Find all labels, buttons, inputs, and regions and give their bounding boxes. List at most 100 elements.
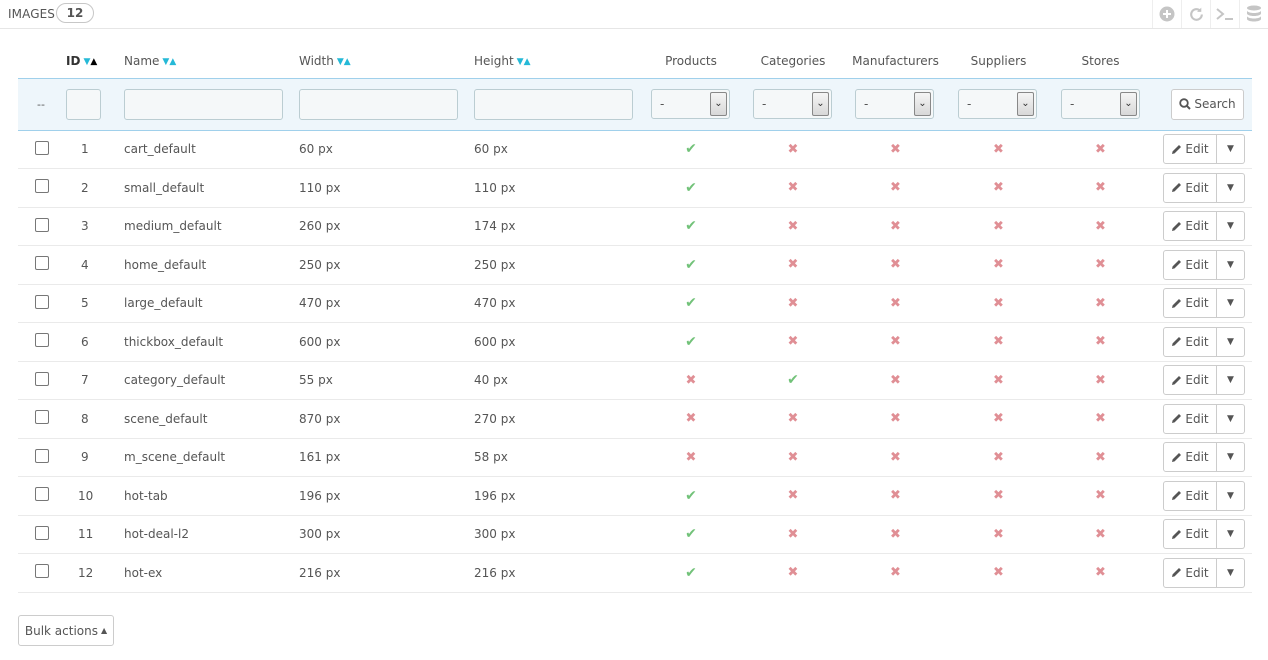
row-dropdown-toggle[interactable]: ▼ bbox=[1217, 172, 1245, 203]
row-dropdown-toggle[interactable]: ▼ bbox=[1217, 288, 1245, 319]
chevron-down-icon: ⌄ bbox=[812, 92, 829, 116]
row-actions: Edit ▼ bbox=[1163, 172, 1245, 203]
filter-suppliers-select[interactable]: - ⌄ bbox=[958, 89, 1037, 119]
row-dropdown-toggle[interactable]: ▼ bbox=[1217, 326, 1245, 357]
cross-icon: ✖ bbox=[787, 449, 799, 465]
sort-asc-icon[interactable]: ▲ bbox=[169, 57, 176, 67]
filter-stores-select[interactable]: - ⌄ bbox=[1061, 89, 1140, 119]
sort-asc-icon[interactable]: ▲ bbox=[344, 57, 351, 67]
row-dropdown-toggle[interactable]: ▼ bbox=[1217, 519, 1245, 550]
check-icon: ✔ bbox=[685, 295, 697, 312]
row-name: home_default bbox=[124, 257, 207, 272]
row-checkbox[interactable] bbox=[35, 564, 49, 579]
cross-icon: ✖ bbox=[787, 411, 799, 427]
refresh-icon[interactable] bbox=[1181, 0, 1210, 28]
filter-height-input[interactable] bbox=[474, 88, 633, 120]
edit-button[interactable]: Edit bbox=[1163, 249, 1217, 280]
filter-name-input[interactable] bbox=[124, 88, 283, 120]
row-checkbox[interactable] bbox=[35, 294, 49, 309]
row-name: thickbox_default bbox=[124, 334, 224, 349]
row-width: 110 px bbox=[299, 180, 341, 195]
row-checkbox[interactable] bbox=[35, 140, 49, 155]
cross-icon: ✖ bbox=[787, 526, 799, 542]
caret-down-icon: ▼ bbox=[1227, 529, 1234, 540]
caret-down-icon: ▼ bbox=[1227, 144, 1234, 155]
row-actions: Edit ▼ bbox=[1163, 249, 1245, 280]
export-database-icon[interactable] bbox=[1239, 0, 1268, 28]
row-dropdown-toggle[interactable]: ▼ bbox=[1217, 249, 1245, 280]
cross-icon: ✖ bbox=[993, 411, 1004, 427]
table-row: 2 small_default 110 px 110 px ✔ ✖ ✖ ✖ ✖ Edit ▼ bbox=[18, 168, 1252, 208]
sort-desc-icon[interactable]: ▼ bbox=[337, 57, 344, 67]
row-actions: Edit ▼ bbox=[1163, 288, 1245, 319]
edit-label: Edit bbox=[1185, 411, 1209, 426]
edit-button[interactable]: Edit bbox=[1163, 480, 1217, 511]
row-checkbox[interactable] bbox=[35, 525, 49, 540]
row-dropdown-toggle[interactable]: ▼ bbox=[1217, 480, 1245, 511]
cross-icon: ✖ bbox=[1095, 565, 1106, 581]
row-height: 110 px bbox=[474, 180, 516, 195]
row-dropdown-toggle[interactable]: ▼ bbox=[1217, 442, 1245, 473]
row-checkbox[interactable] bbox=[35, 179, 49, 194]
filter-products-select[interactable]: - ⌄ bbox=[651, 89, 730, 119]
row-checkbox[interactable] bbox=[35, 333, 49, 348]
edit-button[interactable]: Edit bbox=[1163, 172, 1217, 203]
edit-label: Edit bbox=[1185, 488, 1209, 503]
cross-icon: ✖ bbox=[890, 218, 901, 234]
bulk-actions-button[interactable]: Bulk actions ▲ bbox=[18, 615, 114, 646]
row-dropdown-toggle[interactable]: ▼ bbox=[1217, 403, 1245, 434]
cross-icon: ✖ bbox=[890, 334, 901, 350]
caret-down-icon: ▼ bbox=[1227, 221, 1234, 232]
filter-categories-select[interactable]: - ⌄ bbox=[753, 89, 832, 119]
cross-icon: ✖ bbox=[993, 141, 1004, 157]
cross-icon: ✖ bbox=[890, 488, 901, 504]
row-dropdown-toggle[interactable]: ▼ bbox=[1217, 211, 1245, 242]
row-height: 300 px bbox=[474, 527, 516, 542]
edit-button[interactable]: Edit bbox=[1163, 403, 1217, 434]
check-icon: ✔ bbox=[685, 564, 697, 581]
sort-asc-icon[interactable]: ▲ bbox=[90, 57, 97, 67]
row-dropdown-toggle[interactable]: ▼ bbox=[1217, 557, 1245, 588]
edit-button[interactable]: Edit bbox=[1163, 442, 1217, 473]
pencil-icon bbox=[1172, 298, 1182, 308]
row-id: 3 bbox=[81, 219, 89, 234]
table-row: 3 medium_default 260 px 174 px ✔ ✖ ✖ ✖ ✖ Edit ▼ bbox=[18, 207, 1252, 246]
edit-button[interactable]: Edit bbox=[1163, 326, 1217, 357]
filter-id-input[interactable] bbox=[66, 88, 101, 120]
filter-row: -- - ⌄ - ⌄ - ⌄ - ⌄ - ⌄ Search bbox=[18, 77, 1252, 131]
edit-button[interactable]: Edit bbox=[1163, 557, 1217, 588]
sql-query-icon[interactable] bbox=[1210, 0, 1239, 28]
filter-width-input[interactable] bbox=[299, 88, 458, 120]
row-id: 11 bbox=[78, 527, 94, 542]
edit-button[interactable]: Edit bbox=[1163, 134, 1217, 165]
add-icon[interactable] bbox=[1152, 0, 1181, 28]
edit-label: Edit bbox=[1185, 527, 1209, 542]
edit-button[interactable]: Edit bbox=[1163, 288, 1217, 319]
edit-button[interactable]: Edit bbox=[1163, 519, 1217, 550]
sort-asc-icon[interactable]: ▲ bbox=[524, 57, 531, 67]
check-icon: ✔ bbox=[685, 256, 697, 273]
row-checkbox[interactable] bbox=[35, 410, 49, 425]
row-checkbox[interactable] bbox=[35, 217, 49, 232]
edit-button[interactable]: Edit bbox=[1163, 365, 1217, 396]
row-width: 60 px bbox=[299, 142, 333, 157]
edit-button[interactable]: Edit bbox=[1163, 211, 1217, 242]
cross-icon: ✖ bbox=[1095, 334, 1106, 350]
edit-label: Edit bbox=[1185, 257, 1209, 272]
sort-desc-icon[interactable]: ▼ bbox=[517, 57, 524, 67]
header-id: ID ▼▲ bbox=[66, 44, 124, 78]
filter-manufacturers-select[interactable]: - ⌄ bbox=[855, 89, 934, 119]
row-checkbox[interactable] bbox=[35, 371, 49, 386]
header-width-label: Width bbox=[299, 53, 334, 68]
search-button[interactable]: Search bbox=[1171, 88, 1244, 120]
row-dropdown-toggle[interactable]: ▼ bbox=[1217, 365, 1245, 396]
cross-icon: ✖ bbox=[1095, 218, 1106, 234]
row-dropdown-toggle[interactable]: ▼ bbox=[1217, 134, 1245, 165]
row-width: 216 px bbox=[299, 565, 341, 580]
header-manufacturers: Manufacturers bbox=[852, 53, 939, 68]
row-checkbox[interactable] bbox=[35, 487, 49, 502]
row-checkbox[interactable] bbox=[35, 448, 49, 463]
row-id: 12 bbox=[78, 565, 94, 580]
row-checkbox[interactable] bbox=[35, 256, 49, 271]
row-actions: Edit ▼ bbox=[1163, 211, 1245, 242]
